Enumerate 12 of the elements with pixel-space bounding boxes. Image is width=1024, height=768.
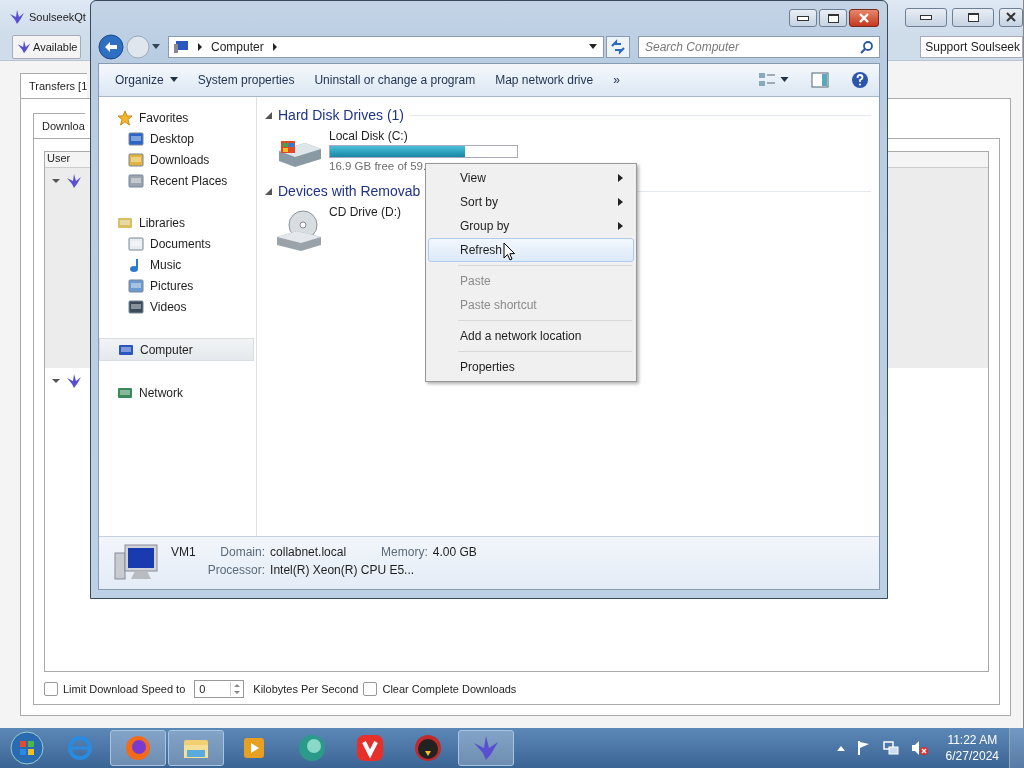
free-space: 16.9 GB free of 59. [329,160,428,172]
window-title: SoulseekQt [29,11,86,23]
detail-label: Memory: [381,545,428,559]
computer-name: VM1 [171,545,196,559]
detail-value: 4.00 GB [432,545,477,559]
detail-label: Processor: [207,563,266,577]
unit-label: Kilobytes Per Second [253,683,359,695]
detail-value: collabnet.local [270,545,347,559]
checkbox-label: Clear Complete Downloads [382,683,517,695]
detail-value: Intel(R) Xeon(R) CPU E5... [270,563,416,577]
detail-label: Domain: [219,545,266,559]
checkbox-label: Limit Download Speed to [63,683,186,695]
